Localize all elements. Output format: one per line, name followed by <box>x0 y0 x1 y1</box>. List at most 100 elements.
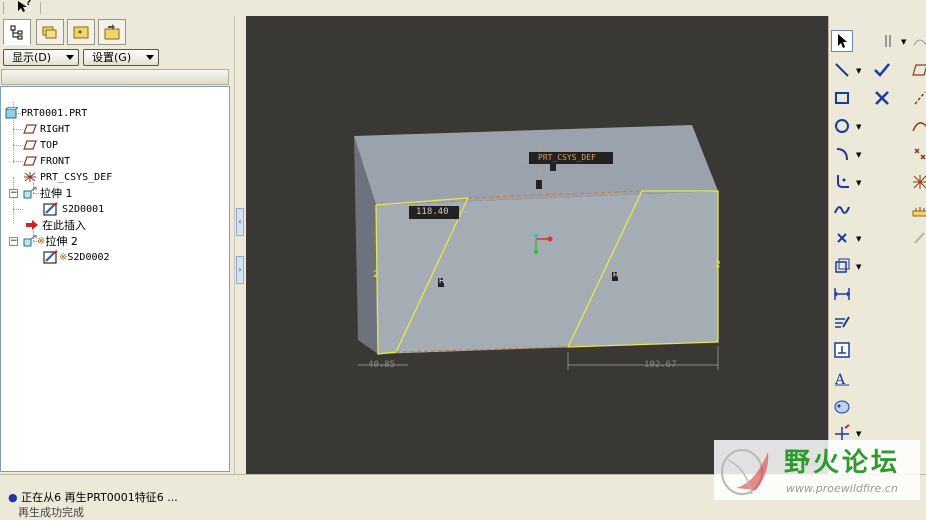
spline-tool[interactable] <box>831 199 853 221</box>
chevron-down-icon: ▼ <box>856 179 862 187</box>
dimension-icon <box>834 288 850 300</box>
modify-tool[interactable] <box>831 311 853 333</box>
show-dropdown[interactable]: 显示(D) <box>3 49 79 66</box>
tree-item-part[interactable]: PRT0001.PRT <box>5 105 87 121</box>
tree-item-label: FRONT <box>40 155 71 167</box>
use-edge-tool[interactable] <box>831 255 853 277</box>
datum-plane-icon <box>912 64 926 76</box>
top-toolbar: ? <box>0 0 926 17</box>
check-icon <box>874 63 890 77</box>
select-tool[interactable] <box>831 30 853 52</box>
datum-plane-icon <box>23 140 37 150</box>
arc-dimension-tool[interactable] <box>909 30 926 52</box>
collapse-left-arrow[interactable]: ‹ <box>236 208 244 236</box>
cancel-button[interactable] <box>871 87 893 109</box>
csys-tool[interactable] <box>909 171 926 193</box>
status-message-secondary: 再生成功完成 <box>18 506 84 519</box>
tree-item-insert-here[interactable]: 在此插入 <box>25 217 86 233</box>
origin-x-dot <box>547 236 553 242</box>
analysis-tool[interactable] <box>909 199 926 221</box>
pointer-help-glyph: ? <box>26 0 32 8</box>
tree-item-label: 在此插入 <box>42 219 86 232</box>
tree-item-extrude-1[interactable]: 拉伸 1 <box>23 185 73 201</box>
tree-item-label: PRT0001.PRT <box>21 107 88 119</box>
chevron-down-icon: ▼ <box>901 38 907 46</box>
datum-curve-icon <box>912 122 926 132</box>
constraint-tool[interactable] <box>877 30 899 52</box>
fillet-tool[interactable] <box>831 171 853 193</box>
sketcher-toolbar: ▼ ▼ ▼ ▼ ▼ ▼ ▼ A ▼ <box>828 16 926 474</box>
expand-right-arrow[interactable]: › <box>236 256 244 284</box>
tree-item-csys[interactable]: PRT_CSYS_DEF <box>23 169 112 185</box>
dimension-top[interactable]: 118.40 <box>416 207 449 217</box>
graphics-viewport[interactable]: PRT_CSYS_DEF 118.40 40.85 192.67 2 2 H H <box>246 16 828 474</box>
plane-tool[interactable] <box>909 59 926 81</box>
tree-collapse-toggle[interactable]: − <box>9 189 18 198</box>
rectangle-tool[interactable] <box>831 87 853 109</box>
svg-text:*: * <box>78 29 82 38</box>
tree-collapse-toggle[interactable]: − <box>9 237 18 246</box>
dimension-bottom-right[interactable]: 192.67 <box>644 360 677 370</box>
chevron-down-icon: ▼ <box>856 235 862 243</box>
favorites-folder-icon: * <box>73 26 89 39</box>
tree-connector <box>13 177 14 223</box>
tree-item-sketch-1[interactable]: S2D0001 <box>43 201 104 217</box>
csys-marker <box>550 164 556 171</box>
tree-item-front[interactable]: FRONT <box>23 153 70 169</box>
whats-this-tool[interactable]: ? <box>16 0 34 14</box>
status-message: ● 正在从6 再生PRT0001特征6 ... <box>8 489 178 505</box>
chevron-down-icon: ▼ <box>856 123 862 131</box>
chevron-down-icon <box>146 55 154 60</box>
settings-dropdown[interactable]: 设置(G) <box>83 49 159 66</box>
dimension-right-side[interactable]: 2 <box>715 260 721 270</box>
csys-label: PRT_CSYS_DEF <box>538 153 596 162</box>
cross-point-icon <box>837 233 847 243</box>
constraint-label: H <box>439 277 445 285</box>
toolbar-separator <box>3 2 4 14</box>
constrain-tool[interactable] <box>831 339 853 361</box>
dimension-bottom-left[interactable]: 40.85 <box>368 360 395 370</box>
pointer-help-icon <box>18 1 27 12</box>
toolbar-separator <box>40 2 41 14</box>
tree-item-top[interactable]: TOP <box>23 137 58 153</box>
point-sketch-tool[interactable] <box>831 227 853 249</box>
palette-tool[interactable] <box>831 395 853 417</box>
tab-model-tree[interactable] <box>3 19 31 45</box>
tree-item-right[interactable]: RIGHT <box>23 121 70 137</box>
datum-plane-icon <box>23 156 37 166</box>
sketch-icon <box>43 250 58 264</box>
use-edge-icon <box>835 258 850 273</box>
insert-here-arrow-icon <box>26 220 38 230</box>
chevron-down-icon: ▼ <box>856 67 862 75</box>
point-tool[interactable] <box>909 143 926 165</box>
tab-connections[interactable] <box>98 19 126 45</box>
tree-item-sketch-2[interactable]: ※ S2D0002 <box>43 249 110 265</box>
axis-tool[interactable] <box>909 87 926 109</box>
extrude-icon <box>23 187 37 199</box>
tree-item-label: 拉伸 2 <box>45 235 78 248</box>
chevron-down-icon <box>66 55 74 60</box>
model-tree-panel: * 显示(D) 设置(G) PRT0001.PRT RIGHT TOP FRON… <box>0 16 234 474</box>
watermark-logo-icon <box>721 449 769 495</box>
datum-point-icon <box>914 148 926 160</box>
dimension-tool[interactable] <box>831 283 853 305</box>
watermark: 野火论坛 www.proewildfire.cn <box>714 440 920 500</box>
chevron-down-icon: ▼ <box>856 430 862 438</box>
arc-tool[interactable] <box>831 143 853 165</box>
accept-button[interactable] <box>871 59 893 81</box>
constraint-label: H <box>613 271 619 279</box>
tree-connector <box>13 145 23 146</box>
disabled-tool[interactable] <box>909 227 926 249</box>
line-tool[interactable] <box>831 59 853 81</box>
tree-item-extrude-2[interactable]: ※ 拉伸 2 <box>23 233 78 249</box>
tree-item-label: RIGHT <box>40 123 71 135</box>
model-graphics[interactable] <box>246 16 828 474</box>
tab-favorites[interactable]: * <box>67 19 95 45</box>
curve-tool[interactable] <box>909 115 926 137</box>
watermark-url: www.proewildfire.cn <box>786 482 898 495</box>
dimension-left-side[interactable]: 2 <box>373 270 379 280</box>
circle-tool[interactable] <box>831 115 853 137</box>
tab-folder-browser[interactable] <box>36 19 64 45</box>
text-icon: A <box>834 372 849 387</box>
text-tool[interactable]: A <box>831 367 853 389</box>
